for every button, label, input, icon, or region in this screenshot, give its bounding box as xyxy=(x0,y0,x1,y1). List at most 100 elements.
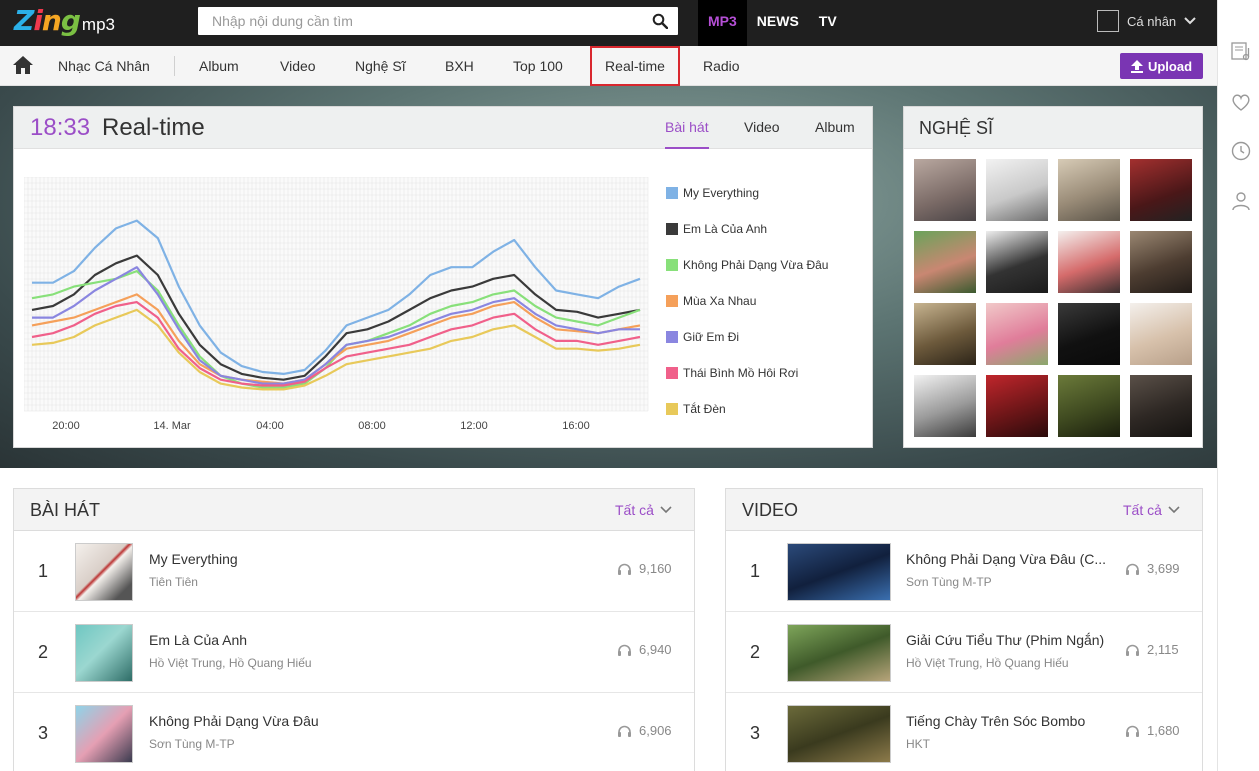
song-cover[interactable] xyxy=(75,543,133,601)
subnav-bxh[interactable]: BXH xyxy=(445,46,474,86)
song-title[interactable]: Không Phải Dạng Vừa Đâu xyxy=(149,713,319,729)
music-note-icon[interactable] xyxy=(1230,40,1252,62)
clock-icon[interactable] xyxy=(1230,140,1252,162)
video-row[interactable]: 1 Không Phải Dạng Vừa Đâu (C... Sơn Tùng… xyxy=(726,531,1202,612)
artist-thumbnail[interactable] xyxy=(914,231,976,293)
artist-thumbnail[interactable] xyxy=(1058,303,1120,365)
listen-count-value: 6,906 xyxy=(639,723,672,738)
subnav-video[interactable]: Video xyxy=(280,46,316,86)
sub-nav: Nhạc Cá Nhân Album Video Nghệ Sĩ BXH Top… xyxy=(0,46,1217,86)
video-artist[interactable]: Hồ Việt Trung, Hồ Quang Hiếu xyxy=(906,656,1069,670)
top-header: Zing mp3 MP3 NEWS TV Cá nhân xyxy=(0,0,1217,46)
artist-thumbnail[interactable] xyxy=(1130,231,1192,293)
legend-swatch xyxy=(666,367,678,379)
search-icon[interactable] xyxy=(652,13,668,29)
x-tick-label: 12:00 xyxy=(460,420,488,432)
legend-item[interactable]: Em Là Của Anh xyxy=(666,211,828,247)
home-icon[interactable] xyxy=(12,55,34,75)
chevron-down-icon xyxy=(660,506,672,514)
song-artist[interactable]: Tiên Tiên xyxy=(149,575,198,589)
song-row[interactable]: 3 Không Phải Dạng Vừa Đâu Sơn Tùng M-TP … xyxy=(14,693,694,771)
video-thumbnail[interactable] xyxy=(787,543,891,601)
logo-zing-text: Zing xyxy=(14,4,81,37)
subnav-nghe-si[interactable]: Nghệ Sĩ xyxy=(355,46,406,86)
legend-item[interactable]: Giữ Em Đi xyxy=(666,319,828,355)
subnav-top-100[interactable]: Top 100 xyxy=(513,46,563,86)
videos-see-all[interactable]: Tất cả xyxy=(1123,502,1180,518)
upload-button[interactable]: Upload xyxy=(1120,53,1203,79)
artist-thumbnail[interactable] xyxy=(1058,375,1120,437)
user-icon[interactable] xyxy=(1230,190,1252,212)
song-title[interactable]: Em Là Của Anh xyxy=(149,632,247,648)
listen-count: 3,699 xyxy=(1125,561,1180,576)
videos-title: VIDEO xyxy=(742,500,799,520)
song-row[interactable]: 1 My Everything Tiên Tiên 9,160 xyxy=(14,531,694,612)
song-artist[interactable]: Sơn Tùng M-TP xyxy=(149,737,235,751)
legend-label: Không Phải Dạng Vừa Đâu xyxy=(683,258,829,272)
headphones-icon xyxy=(618,725,631,737)
tab-bai-hat[interactable]: Bài hát xyxy=(665,119,709,149)
legend-item[interactable]: Không Phải Dạng Vừa Đâu xyxy=(666,247,828,283)
search-input[interactable] xyxy=(198,7,638,35)
listen-count-value: 9,160 xyxy=(639,561,672,576)
legend-label: Thái Bình Mồ Hôi Rơi xyxy=(683,366,799,380)
topnav-news[interactable]: NEWS xyxy=(747,0,809,46)
artist-thumbnail[interactable] xyxy=(986,375,1048,437)
subnav-radio[interactable]: Radio xyxy=(703,46,740,86)
song-row[interactable]: 2 Em Là Của Anh Hồ Việt Trung, Hồ Quang … xyxy=(14,612,694,693)
rank-number: 1 xyxy=(38,561,49,581)
video-artist[interactable]: Sơn Tùng M-TP xyxy=(906,575,992,589)
artist-thumbnail[interactable] xyxy=(914,375,976,437)
artist-thumbnail[interactable] xyxy=(986,303,1048,365)
tab-album[interactable]: Album xyxy=(815,119,855,149)
listen-count-value: 6,940 xyxy=(639,642,672,657)
video-title[interactable]: Tiếng Chày Trên Sóc Bombo xyxy=(906,713,1085,729)
video-thumbnail[interactable] xyxy=(787,705,891,763)
video-title[interactable]: Không Phải Dạng Vừa Đâu (C... xyxy=(906,551,1106,567)
zing-mp3-logo[interactable]: Zing mp3 xyxy=(14,4,115,38)
listen-count: 6,906 xyxy=(617,723,672,738)
artist-thumbnail[interactable] xyxy=(1130,303,1192,365)
legend-label: Giữ Em Đi xyxy=(683,330,740,344)
video-artist[interactable]: HKT xyxy=(906,737,930,751)
artists-panel: NGHỆ SĨ xyxy=(903,106,1203,448)
legend-swatch xyxy=(666,403,678,415)
user-menu[interactable]: Cá nhân xyxy=(1097,10,1196,32)
legend-swatch xyxy=(666,331,678,343)
artist-thumbnail[interactable] xyxy=(986,231,1048,293)
artist-thumbnail[interactable] xyxy=(914,159,976,221)
rank-number: 3 xyxy=(38,723,49,743)
song-cover[interactable] xyxy=(75,705,133,763)
video-row[interactable]: 2 Giải Cứu Tiểu Thư (Phim Ngắn) Hồ Việt … xyxy=(726,612,1202,693)
legend-item[interactable]: Tắt Đèn xyxy=(666,391,828,427)
rank-number: 1 xyxy=(750,561,761,581)
song-cover[interactable] xyxy=(75,624,133,682)
topnav-tv[interactable]: TV xyxy=(809,0,847,46)
video-row[interactable]: 3 Tiếng Chày Trên Sóc Bombo HKT 1,680 xyxy=(726,693,1202,771)
topnav-mp3[interactable]: MP3 xyxy=(698,0,747,46)
artist-thumbnail[interactable] xyxy=(1130,159,1192,221)
avatar xyxy=(1097,10,1119,32)
tab-video[interactable]: Video xyxy=(744,119,780,149)
headphones-icon xyxy=(618,644,631,656)
artist-thumbnail[interactable] xyxy=(986,159,1048,221)
song-title[interactable]: My Everything xyxy=(149,551,238,567)
legend-item[interactable]: Thái Bình Mồ Hôi Rơi xyxy=(666,355,828,391)
subnav-nhac-ca-nhan[interactable]: Nhạc Cá Nhân xyxy=(58,46,150,86)
legend-label: Mùa Xa Nhau xyxy=(683,294,757,308)
subnav-album[interactable]: Album xyxy=(199,46,239,86)
listen-count: 6,940 xyxy=(617,642,672,657)
artist-thumbnail[interactable] xyxy=(914,303,976,365)
artist-thumbnail[interactable] xyxy=(1130,375,1192,437)
top-nav: MP3 NEWS TV xyxy=(698,0,847,46)
legend-item[interactable]: Mùa Xa Nhau xyxy=(666,283,828,319)
video-title[interactable]: Giải Cứu Tiểu Thư (Phim Ngắn) xyxy=(906,632,1104,648)
song-artist[interactable]: Hồ Việt Trung, Hồ Quang Hiếu xyxy=(149,656,312,670)
artist-thumbnail[interactable] xyxy=(1058,231,1120,293)
songs-see-all[interactable]: Tất cả xyxy=(615,502,672,518)
artist-thumbnail[interactable] xyxy=(1058,159,1120,221)
video-thumbnail[interactable] xyxy=(787,624,891,682)
heart-icon[interactable] xyxy=(1230,91,1252,113)
subnav-real-time[interactable]: Real-time xyxy=(590,46,680,86)
legend-item[interactable]: My Everything xyxy=(666,175,828,211)
